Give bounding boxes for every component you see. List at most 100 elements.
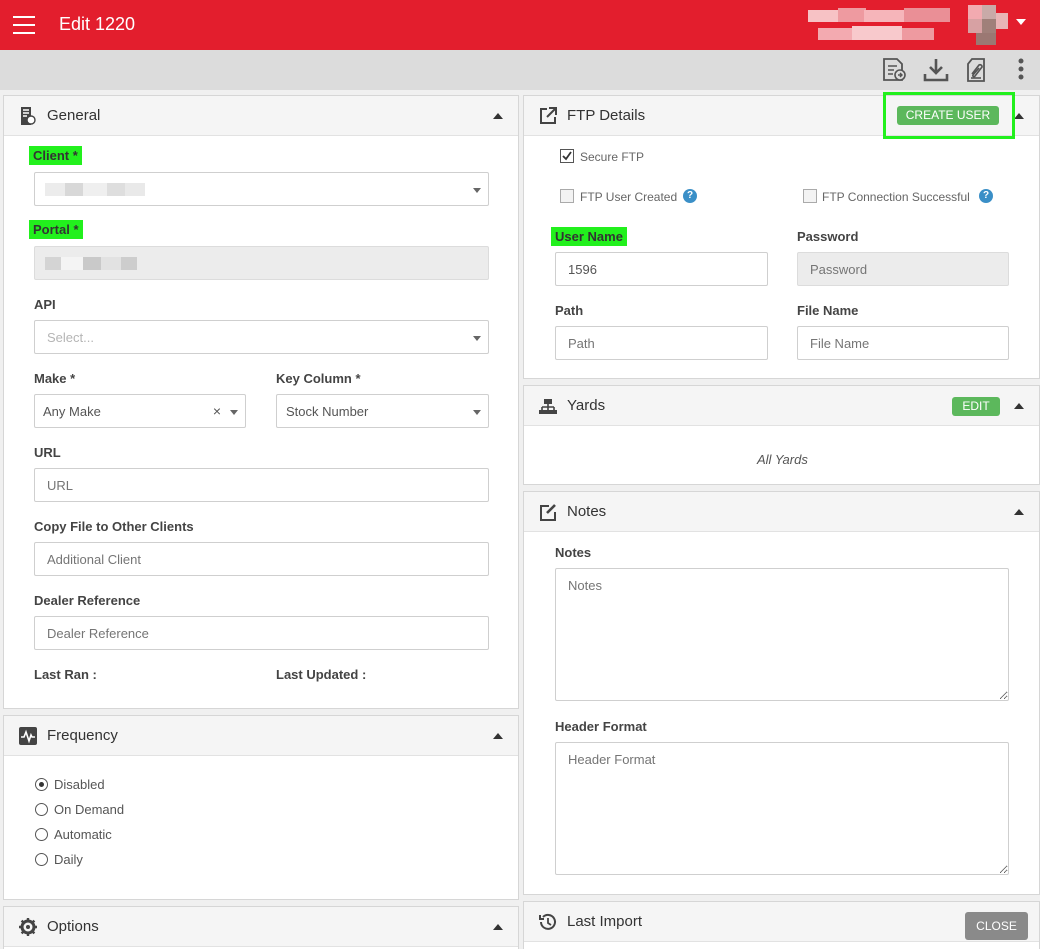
options-title: Options	[47, 918, 99, 935]
ftp-user-created-label: FTP User Created	[580, 190, 678, 204]
key-column-value: Stock Number	[286, 404, 369, 419]
yards-panel: Yards EDIT All Yards	[523, 385, 1040, 485]
collapse-icon[interactable]	[1014, 403, 1024, 409]
dealer-reference-input[interactable]	[34, 616, 489, 650]
url-input[interactable]	[34, 468, 489, 502]
gear-icon	[18, 917, 38, 937]
client-label: Client *	[29, 146, 82, 165]
radio-icon[interactable]	[35, 803, 48, 816]
key-column-select[interactable]: Stock Number	[276, 394, 489, 428]
file-name-label: File Name	[797, 303, 859, 318]
url-label: URL	[34, 445, 61, 460]
frequency-panel: Frequency Disabled On Demand Automatic D…	[3, 715, 519, 900]
notes-panel-header[interactable]: Notes	[524, 492, 1039, 532]
collapse-icon[interactable]	[1014, 509, 1024, 515]
app-header: Edit 1220	[0, 0, 1040, 50]
secure-ftp-checkbox[interactable]	[560, 149, 574, 163]
download-icon[interactable]	[922, 56, 950, 84]
make-select[interactable]: Any Make ×	[34, 394, 246, 428]
path-input[interactable]	[555, 326, 768, 360]
secure-ftp-label: Secure FTP	[580, 150, 645, 164]
collapse-icon[interactable]	[493, 924, 503, 930]
yards-content: All Yards	[757, 452, 808, 467]
make-value: Any Make	[43, 404, 101, 419]
api-placeholder: Select...	[47, 330, 94, 345]
document-icon	[18, 106, 38, 126]
last-import-panel: Last Import	[523, 901, 1040, 949]
chevron-down-icon	[473, 336, 481, 341]
edit-icon	[538, 502, 558, 522]
key-column-label: Key Column *	[276, 371, 361, 386]
username-label: User Name	[551, 227, 627, 246]
header-format-textarea[interactable]	[555, 742, 1009, 875]
yards-panel-header[interactable]: Yards EDIT	[524, 386, 1039, 426]
radio-daily[interactable]: Daily	[35, 852, 83, 867]
avatar[interactable]	[968, 5, 1008, 45]
additional-client-input[interactable]	[34, 542, 489, 576]
chevron-down-icon[interactable]	[1016, 19, 1026, 25]
portal-value-redacted	[45, 257, 137, 270]
password-input	[797, 252, 1009, 286]
portal-field	[34, 246, 489, 280]
file-name-input[interactable]	[797, 326, 1009, 360]
client-select[interactable]	[34, 172, 489, 206]
help-icon[interactable]: ?	[683, 189, 697, 203]
api-select[interactable]: Select...	[34, 320, 489, 354]
notes-label: Notes	[555, 545, 592, 560]
radio-label: Automatic	[54, 827, 112, 842]
radio-disabled[interactable]: Disabled	[35, 777, 105, 792]
general-title: General	[47, 107, 101, 124]
last-updated-label: Last Updated :	[276, 667, 367, 682]
make-label: Make *	[34, 371, 76, 386]
chevron-down-icon	[473, 188, 481, 193]
last-import-title: Last Import	[567, 913, 643, 930]
radio-on-demand[interactable]: On Demand	[35, 802, 124, 817]
hamburger-icon[interactable]	[13, 16, 35, 34]
radio-label: On Demand	[54, 802, 125, 817]
radio-selected-icon[interactable]	[35, 778, 48, 791]
collapse-icon[interactable]	[493, 733, 503, 739]
client-value-redacted	[45, 183, 145, 196]
clear-icon[interactable]: ×	[213, 403, 221, 419]
general-panel: General Client * Portal * API Select... …	[3, 95, 519, 709]
page-title: Edit 1220	[59, 14, 136, 34]
export-file-icon[interactable]	[880, 56, 908, 84]
ftp-user-created-checkbox[interactable]	[560, 189, 574, 203]
password-label: Password	[797, 229, 859, 244]
edit-yards-button[interactable]: EDIT	[952, 397, 1000, 416]
help-icon[interactable]: ?	[979, 189, 993, 203]
copy-file-label: Copy File to Other Clients	[34, 519, 194, 534]
radio-icon[interactable]	[35, 828, 48, 841]
yards-title: Yards	[567, 397, 606, 414]
network-icon	[538, 396, 558, 416]
ftp-connection-label: FTP Connection Successful	[822, 190, 970, 204]
chevron-down-icon	[473, 410, 481, 415]
options-panel-header[interactable]: Options	[4, 907, 518, 947]
collapse-icon[interactable]	[1014, 113, 1024, 119]
ftp-title: FTP Details	[567, 107, 646, 124]
create-user-button[interactable]: CREATE USER	[897, 106, 999, 125]
history-icon	[538, 912, 558, 932]
notes-title: Notes	[567, 503, 607, 520]
api-label: API	[34, 297, 56, 312]
username-input[interactable]	[555, 252, 768, 286]
notes-panel: Notes Notes Header Format	[523, 491, 1040, 895]
radio-label: Disabled	[54, 777, 105, 792]
external-link-icon	[538, 106, 558, 126]
more-vertical-icon[interactable]	[1007, 56, 1035, 84]
frequency-panel-header[interactable]: Frequency	[4, 716, 518, 756]
header-format-label: Header Format	[555, 719, 647, 734]
radio-icon[interactable]	[35, 853, 48, 866]
collapse-icon[interactable]	[493, 113, 503, 119]
pulse-icon	[18, 726, 38, 746]
last-import-panel-header[interactable]: Last Import	[524, 902, 1039, 942]
ftp-connection-checkbox[interactable]	[803, 189, 817, 203]
notes-textarea[interactable]	[555, 568, 1009, 701]
general-panel-header[interactable]: General	[4, 96, 518, 136]
radio-label: Daily	[54, 852, 83, 867]
close-button[interactable]: CLOSE	[965, 912, 1028, 940]
portal-label: Portal *	[29, 220, 83, 239]
radio-automatic[interactable]: Automatic	[35, 827, 112, 842]
attachment-icon[interactable]	[963, 56, 991, 84]
toolbar	[0, 50, 1040, 90]
